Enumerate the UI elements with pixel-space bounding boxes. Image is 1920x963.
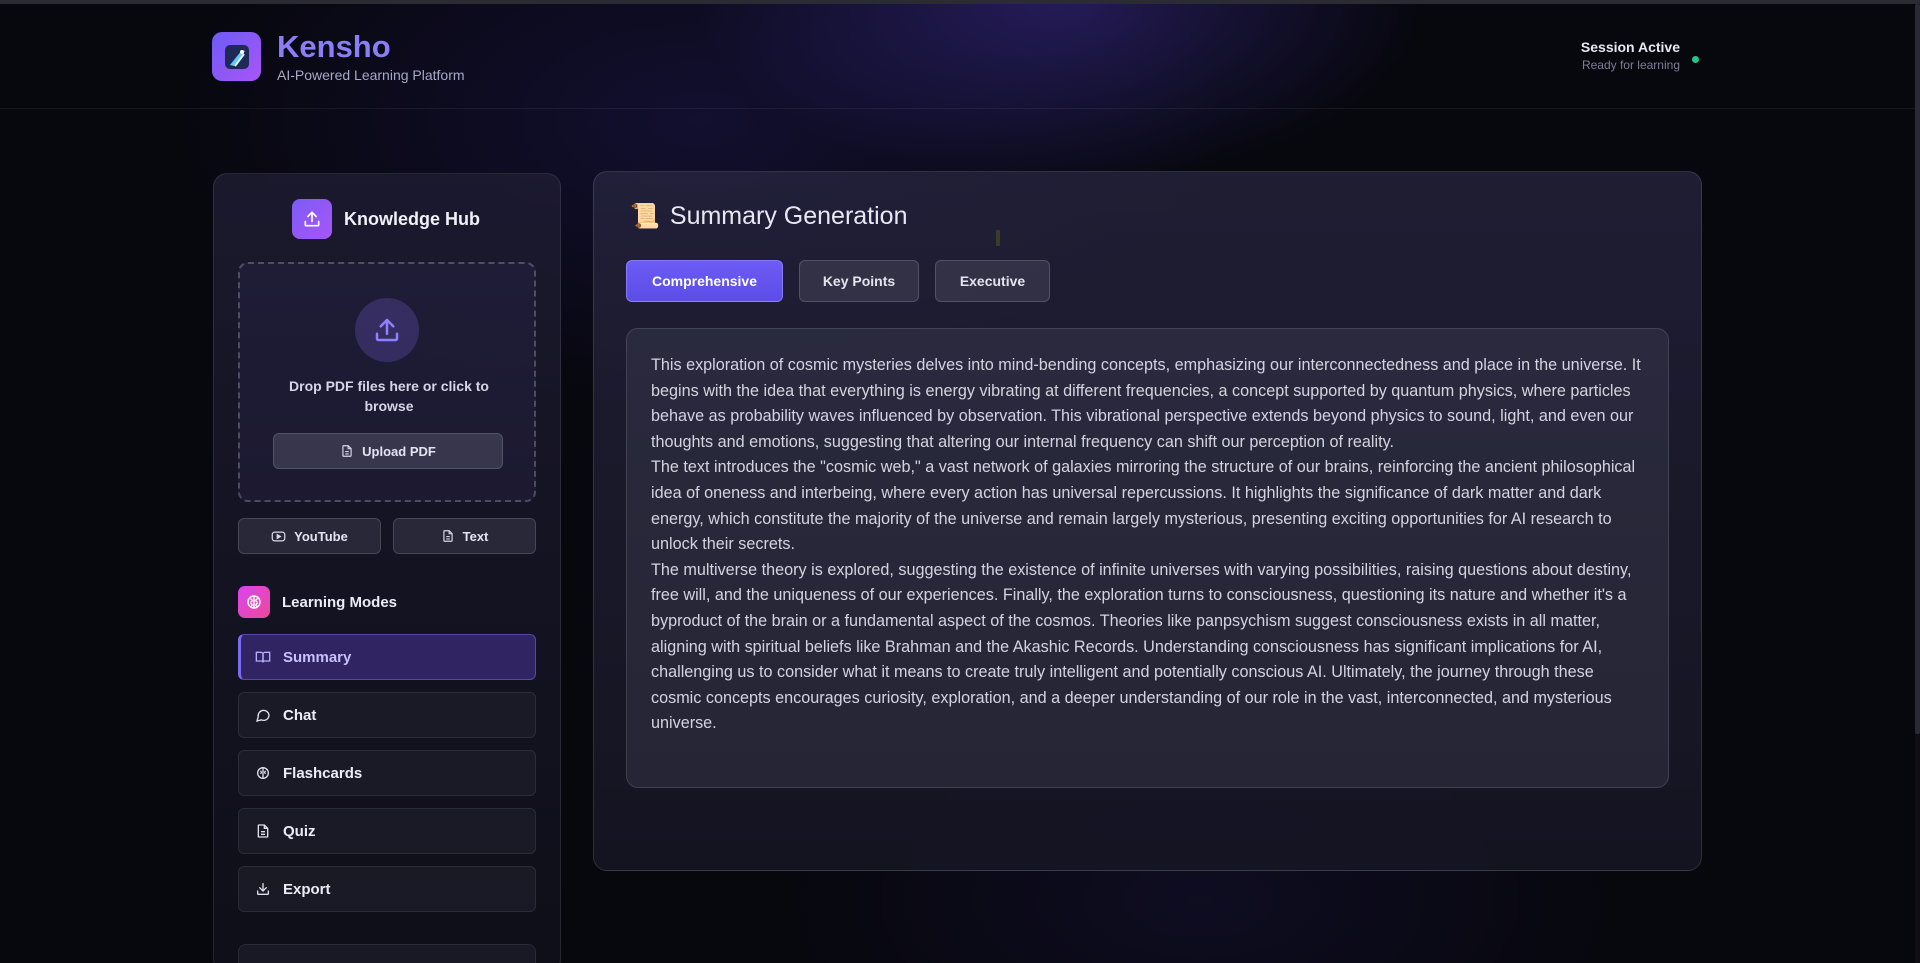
text-source-button[interactable]: Text (393, 518, 536, 554)
learning-modes-title: Learning Modes (282, 593, 398, 611)
learning-modes-header: Learning Modes (238, 586, 397, 618)
dropzone-instructions: Drop PDF files here or click to browse (289, 378, 489, 414)
tab-key-points[interactable]: Key Points (799, 260, 919, 302)
mode-export[interactable]: Export (238, 866, 536, 912)
pdf-dropzone[interactable]: Drop PDF files here or click to browse U… (238, 262, 536, 502)
panel-title: 📜 Summary Generation (630, 202, 908, 231)
upload-arrow-icon (355, 298, 419, 362)
text-file-icon (442, 530, 453, 542)
knowledge-hub-title: Knowledge Hub (344, 208, 480, 229)
scrollbar-thumb[interactable] (1915, 4, 1920, 734)
app-header: Kensho AI-Powered Learning Platform Sess… (0, 4, 1915, 109)
session-status: Session Active Ready for learning (1581, 39, 1680, 72)
rocket-logo-icon (224, 44, 249, 69)
upload-pdf-label: Upload PDF (362, 443, 436, 459)
scroll-icon: 📜 (630, 203, 660, 230)
summary-paragraph: The multiverse theory is explored, sugge… (651, 560, 1632, 733)
tab-executive[interactable]: Executive (935, 260, 1050, 302)
file-icon (342, 445, 352, 457)
mode-chat[interactable]: Chat (238, 692, 536, 738)
panel-title-text: Summary Generation (669, 202, 908, 230)
session-status-dot (1692, 56, 1699, 63)
kensho-logo[interactable] (212, 32, 261, 81)
session-title: Session Active (1580, 39, 1680, 55)
brain-icon (257, 767, 269, 779)
book-open-icon (255, 651, 271, 663)
sidebar-extra-card (238, 944, 536, 963)
youtube-source-button[interactable]: YouTube (238, 518, 381, 554)
upload-icon (292, 199, 332, 239)
brain-icon (238, 586, 270, 618)
summary-panel: 📜 Summary Generation Comprehensive Key P… (593, 171, 1702, 871)
mode-label: Chat (283, 706, 317, 724)
sidebar: Knowledge Hub Drop PDF files here or cli… (213, 173, 561, 963)
knowledge-hub-header: Knowledge Hub (292, 199, 480, 239)
summary-paragraph: The text introduces the "cosmic web," a … (651, 458, 1636, 554)
document-icon (257, 824, 269, 838)
download-icon (257, 883, 269, 895)
mouse-cursor (996, 230, 1000, 246)
youtube-label: YouTube (294, 528, 348, 544)
brand: Kensho AI-Powered Learning Platform (277, 29, 465, 83)
mode-quiz[interactable]: Quiz (238, 808, 536, 854)
mode-summary[interactable]: Summary (238, 634, 536, 680)
mode-label: Summary (283, 648, 352, 666)
tab-comprehensive[interactable]: Comprehensive (626, 260, 783, 302)
summary-paragraph: This exploration of cosmic mysteries del… (651, 356, 1641, 451)
summary-content: This exploration of cosmic mysteries del… (626, 328, 1669, 788)
mode-flashcards[interactable]: Flashcards (238, 750, 536, 796)
session-subtitle: Ready for learning (1581, 58, 1680, 72)
mode-label: Flashcards (283, 764, 363, 782)
text-label: Text (462, 528, 489, 544)
youtube-icon (271, 531, 286, 541)
chat-bubble-icon (256, 709, 270, 722)
brand-tagline: AI-Powered Learning Platform (277, 67, 465, 83)
brand-name: Kensho (277, 29, 391, 64)
mode-label: Quiz (283, 822, 316, 840)
mode-label: Export (283, 880, 331, 898)
upload-pdf-button[interactable]: Upload PDF (273, 433, 503, 469)
